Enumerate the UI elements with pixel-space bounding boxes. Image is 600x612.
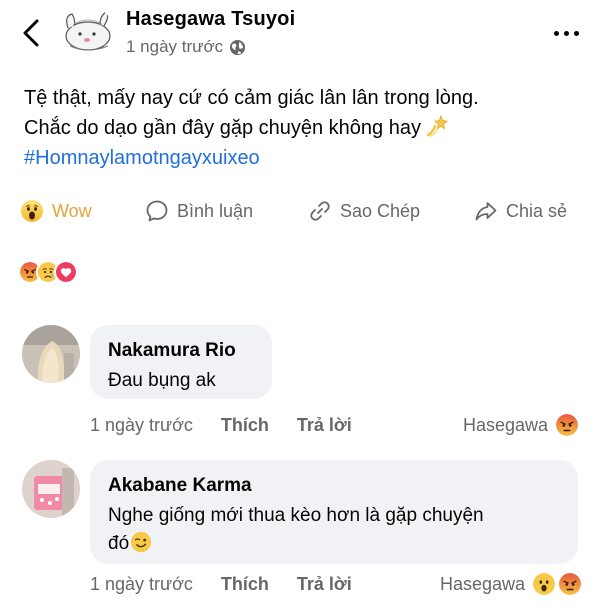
share-label: Chia sẻ [506, 200, 568, 221]
post-action-bar: Wow Bình luận Sao Chép Chia sẻ [0, 193, 600, 229]
like-comment-button[interactable]: Thích [221, 415, 269, 436]
comment-bubble[interactable]: Akabane Karma Nghe giống mới thua kèo hơ… [90, 460, 578, 564]
comment-text-line-1: Nghe giống mới thua kèo hơn là gặp chuyệ… [108, 505, 484, 526]
post-text-line-2-text: Chắc do dạo gần đây gặp chuyện không hay [24, 117, 421, 139]
more-dot [563, 30, 569, 36]
reactor-name: Hasegawa [463, 414, 549, 435]
wow-reaction-button[interactable]: Wow [20, 193, 92, 229]
author-name[interactable]: Hasegawa Tsuyoi [126, 8, 295, 31]
more-options-button[interactable] [546, 22, 586, 44]
post-text-line-2: Chắc do dạo gần đây gặp chuyện không hay [24, 113, 584, 143]
commenter-avatar[interactable] [22, 325, 80, 383]
copy-button[interactable]: Sao Chép [308, 193, 420, 229]
post-hashtag[interactable]: #Homnaylamotngayxuixeo [24, 143, 584, 173]
comment-text-line-2: đó [108, 530, 560, 558]
wow-emoji-icon [531, 571, 558, 597]
more-dot [573, 30, 579, 36]
reply-comment-button[interactable]: Trả lời [297, 415, 352, 436]
comment-time: 1 ngày trước [90, 414, 193, 435]
winking-emoji-icon [131, 531, 152, 553]
comment-text: Nghe giống mới thua kèo hơn là gặp chuyệ… [108, 502, 560, 558]
reply-comment-button[interactable]: Trả lời [297, 574, 352, 595]
commenter-avatar[interactable] [22, 460, 80, 518]
post-text-line-1: Tệ thật, mấy nay cứ có cảm giác lân lân … [24, 87, 479, 109]
share-arrow-icon [475, 202, 497, 221]
share-button[interactable]: Chia sẻ [474, 193, 567, 229]
comment-reactions[interactable]: Hasegawa [463, 412, 581, 438]
angry-emoji-icon [557, 571, 584, 597]
post-time: 1 ngày trước [126, 37, 224, 56]
globe-icon [230, 39, 246, 55]
comment-bubble-icon [146, 200, 168, 222]
comment-text-line-2-text: đó [108, 533, 130, 554]
comment-time: 1 ngày trước [90, 573, 193, 594]
comment-meta: 1 ngày trước Thích Trả lời [90, 571, 352, 597]
link-icon [310, 201, 330, 221]
commenter-name[interactable]: Akabane Karma [108, 474, 560, 498]
post-header: Hasegawa Tsuyoi 1 ngày trước [0, 0, 600, 68]
back-button[interactable] [14, 14, 48, 52]
post-body: Tệ thật, mấy nay cứ có cảm giác lân lân … [24, 83, 584, 173]
comment-meta: 1 ngày trước Thích Trả lời [90, 412, 352, 438]
wow-label: Wow [52, 200, 92, 221]
comment-text: Đau bụng ak [108, 370, 216, 391]
reaction-summary[interactable] [18, 259, 78, 285]
author-avatar[interactable] [58, 6, 114, 56]
more-dot [553, 30, 559, 36]
like-comment-button[interactable]: Thích [221, 574, 269, 595]
commenter-name[interactable]: Nakamura Rio [108, 339, 254, 363]
dizzy-icon [426, 114, 448, 137]
comment-label: Bình luận [177, 200, 254, 221]
comment-bubble[interactable]: Nakamura Rio Đau bụng ak [90, 325, 272, 399]
love-heart-icon [54, 260, 78, 284]
reactor-name: Hasegawa [440, 573, 526, 594]
comment-reactions[interactable]: Hasegawa [440, 571, 584, 597]
copy-label: Sao Chép [340, 200, 421, 221]
chevron-left-icon [23, 19, 39, 47]
post-meta: 1 ngày trước [126, 37, 246, 57]
angry-emoji-icon [554, 412, 581, 438]
wow-emoji-icon [21, 200, 43, 222]
